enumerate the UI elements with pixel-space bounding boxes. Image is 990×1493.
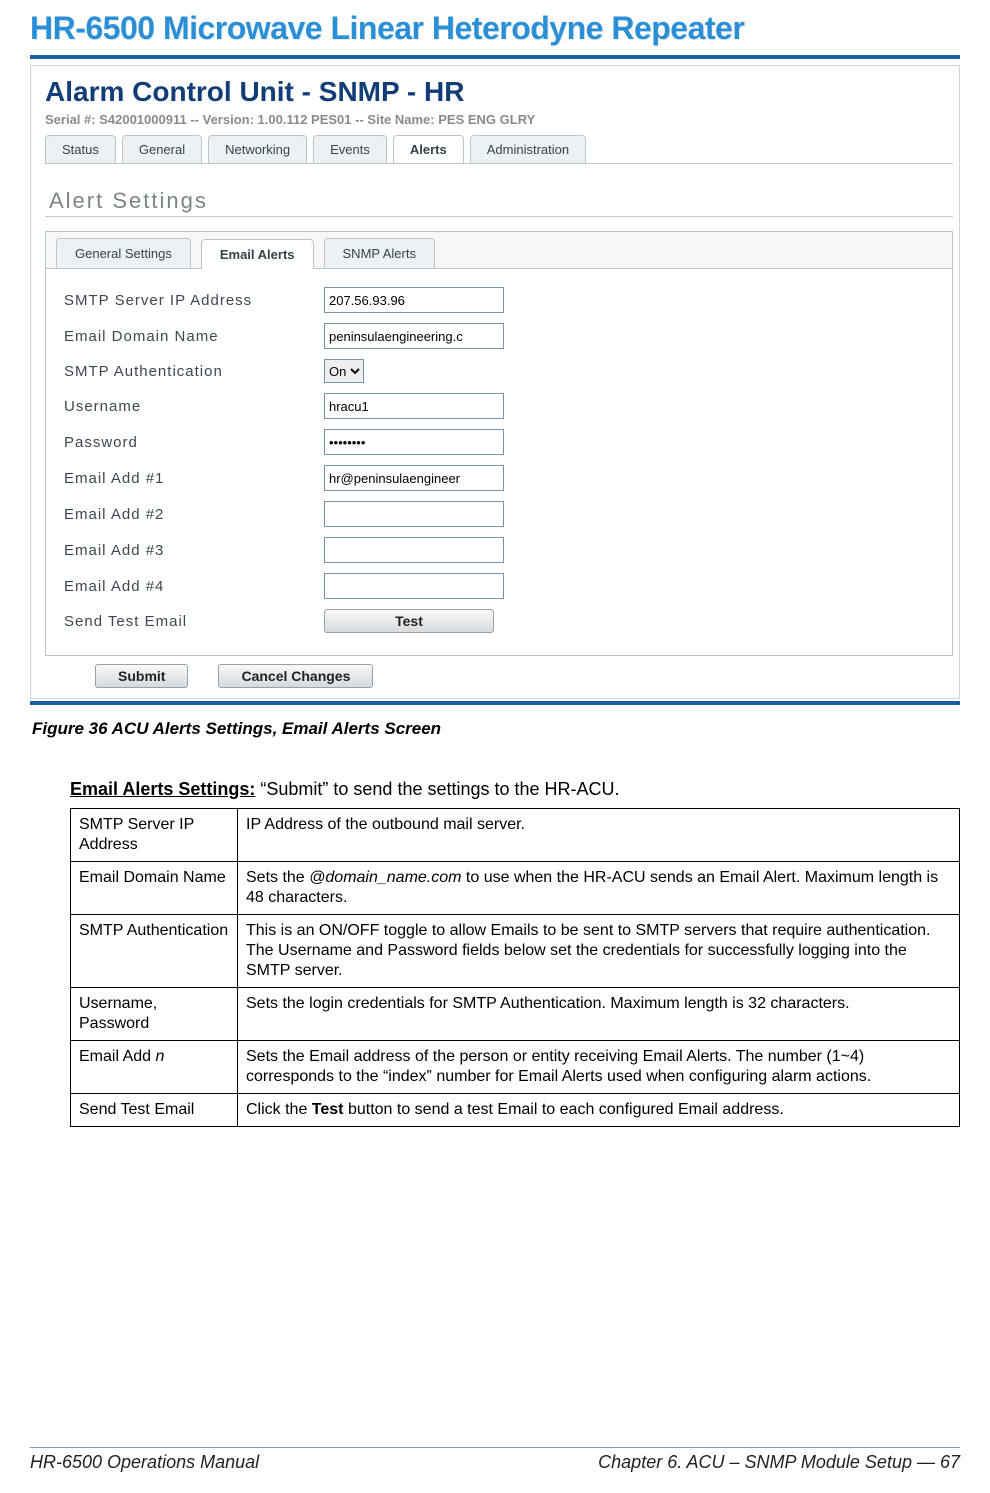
cell-desc: Sets the Email address of the person or … (238, 1041, 960, 1094)
page-footer: HR-6500 Operations Manual Chapter 6. ACU… (30, 1447, 960, 1473)
username-label: Username (64, 398, 324, 415)
email2-label: Email Add #2 (64, 506, 324, 523)
sendtest-label: Send Test Email (64, 613, 324, 630)
serial-value: S42001000911 (99, 112, 186, 127)
email2-input[interactable] (324, 501, 504, 527)
table-row: Username, Password Sets the login creden… (71, 988, 960, 1041)
test-button[interactable]: Test (324, 609, 494, 633)
site-value: PES ENG GLRY (438, 112, 535, 127)
email3-input[interactable] (324, 537, 504, 563)
cell-desc: This is an ON/OFF toggle to allow Emails… (238, 915, 960, 988)
table-row: Send Test Email Click the Test button to… (71, 1094, 960, 1127)
tab-status[interactable]: Status (45, 135, 116, 163)
meta-sep1: -- (190, 112, 202, 127)
tab-networking[interactable]: Networking (208, 135, 307, 163)
footer-right: Chapter 6. ACU – SNMP Module Setup — 67 (598, 1452, 960, 1473)
email4-label: Email Add #4 (64, 578, 324, 595)
screenshot-panel: Alarm Control Unit - SNMP - HR Serial #:… (30, 65, 960, 699)
cell-desc: IP Address of the outbound mail server. (238, 809, 960, 862)
username-input[interactable] (324, 393, 504, 419)
domain-input[interactable] (324, 323, 504, 349)
cell-desc: Click the Test button to send a test Ema… (238, 1094, 960, 1127)
email-alerts-form: SMTP Server IP Address Email Domain Name… (46, 269, 952, 655)
email4-input[interactable] (324, 573, 504, 599)
tab-administration[interactable]: Administration (470, 135, 586, 163)
submit-button[interactable]: Submit (95, 664, 188, 688)
footer-left: HR-6500 Operations Manual (30, 1452, 259, 1473)
auth-label: SMTP Authentication (64, 363, 324, 380)
smtp-ip-label: SMTP Server IP Address (64, 292, 324, 309)
email3-label: Email Add #3 (64, 542, 324, 559)
page-title: HR-6500 Microwave Linear Heterodyne Repe… (30, 10, 960, 47)
acu-app-title: Alarm Control Unit - SNMP - HR (45, 76, 953, 108)
version-value: 1.00.112 PES01 (258, 112, 352, 127)
table-row: SMTP Server IP Address IP Address of the… (71, 809, 960, 862)
version-label: Version: (203, 112, 254, 127)
table-row: Email Domain Name Sets the @domain_name.… (71, 862, 960, 915)
tab-alerts[interactable]: Alerts (393, 135, 464, 163)
subtab-email-alerts[interactable]: Email Alerts (201, 239, 314, 269)
cell-key: SMTP Authentication (71, 915, 238, 988)
sub-tabs: General Settings Email Alerts SNMP Alert… (46, 232, 952, 269)
password-input[interactable] (324, 429, 504, 455)
settings-table: SMTP Server IP Address IP Address of the… (70, 808, 960, 1127)
email1-label: Email Add #1 (64, 470, 324, 487)
title-rule (30, 55, 960, 59)
screenshot-bottom-rule (30, 701, 960, 705)
acu-meta-line: Serial #: S42001000911 -- Version: 1.00.… (45, 112, 953, 127)
table-row: SMTP Authentication This is an ON/OFF to… (71, 915, 960, 988)
password-label: Password (64, 434, 324, 451)
smtp-ip-input[interactable] (324, 287, 504, 313)
email1-input[interactable] (324, 465, 504, 491)
subtab-snmp-alerts[interactable]: SNMP Alerts (324, 238, 435, 268)
cell-desc: Sets the login credentials for SMTP Auth… (238, 988, 960, 1041)
serial-label: Serial #: (45, 112, 96, 127)
settings-tail: “Submit” to send the settings to the HR-… (255, 779, 619, 799)
cell-desc: Sets the @domain_name.com to use when th… (238, 862, 960, 915)
settings-lead: Email Alerts Settings: “Submit” to send … (70, 779, 960, 800)
cell-key: Email Add n (71, 1041, 238, 1094)
subtab-container: General Settings Email Alerts SNMP Alert… (45, 231, 953, 656)
cell-key: SMTP Server IP Address (71, 809, 238, 862)
auth-select[interactable]: On (324, 359, 364, 383)
cancel-button[interactable]: Cancel Changes (218, 664, 373, 688)
site-label: Site Name: (367, 112, 434, 127)
domain-label: Email Domain Name (64, 328, 324, 345)
tab-events[interactable]: Events (313, 135, 387, 163)
cell-key: Username, Password (71, 988, 238, 1041)
subtab-general-settings[interactable]: General Settings (56, 238, 191, 268)
cell-key: Send Test Email (71, 1094, 238, 1127)
section-title: Alert Settings (45, 188, 953, 217)
settings-heading: Email Alerts Settings: (70, 779, 255, 799)
table-row: Email Add n Sets the Email address of th… (71, 1041, 960, 1094)
figure-caption: Figure 36 ACU Alerts Settings, Email Ale… (32, 719, 960, 739)
main-tabs: Status General Networking Events Alerts … (45, 131, 953, 164)
cell-key: Email Domain Name (71, 862, 238, 915)
meta-sep2: -- (355, 112, 367, 127)
tab-general[interactable]: General (122, 135, 202, 163)
